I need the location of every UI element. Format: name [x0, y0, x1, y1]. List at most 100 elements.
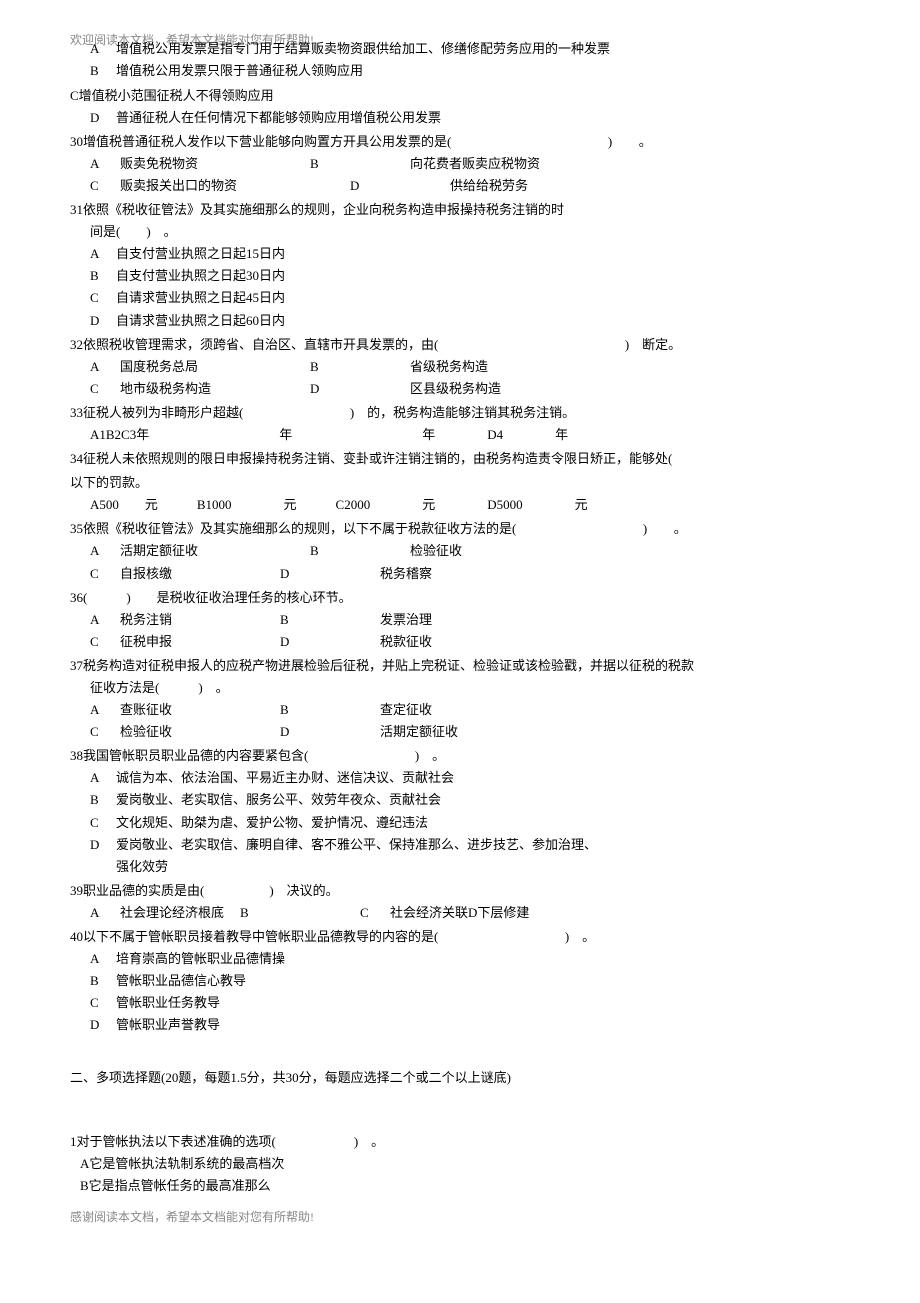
- opt-label: B: [90, 789, 116, 811]
- opt-label: B: [280, 609, 310, 631]
- opt-text: 管帐职业任务教导: [116, 995, 220, 1010]
- q38-opt-b: B爱岗敬业、老实取信、服务公平、效劳年夜众、贡献社会: [90, 789, 850, 811]
- q38-stem: 38我国管帐职员职业品德的内容要紧包含( ) 。: [70, 745, 850, 767]
- opt-label: C: [90, 563, 120, 585]
- opt-text: 贩卖报关出口的物资: [120, 175, 237, 197]
- opt-text: 区县级税务构造: [410, 378, 501, 400]
- opt-label: D: [310, 378, 340, 400]
- m1-opt-a: A它是管帐执法轨制系统的最高档次: [80, 1153, 850, 1175]
- opt-label: A: [90, 948, 116, 970]
- stem-paren: ): [643, 521, 647, 536]
- q30-row1: A贩卖免税物资 B向花费者贩卖应税物资: [90, 153, 850, 175]
- opt-text: 税务稽察: [380, 563, 432, 585]
- q31-opt-b: B自支付营业执照之日起30日内: [90, 265, 850, 287]
- q37-row2: C检验征收 D活期定额征收: [90, 721, 850, 743]
- q35-stem: 35依照《税收征管法》及其实施细那么的规则，以下不属于税款征收方法的是( ) 。: [70, 518, 850, 540]
- opt-text: 税务注销: [120, 609, 172, 631]
- opt-text: 社会理论经济根底: [120, 902, 224, 924]
- q38-opt-d1: D爱岗敬业、老实取信、廉明自律、客不雅公平、保持准那么、进步技艺、参加治理、: [90, 834, 850, 856]
- opt-text: 活期定额征收: [380, 721, 458, 743]
- opt-label: C: [90, 175, 120, 197]
- opt-text: 诚信为本、依法治国、平易近主办财、迷信决议、贡献社会: [116, 770, 454, 785]
- opt-text: 检验征收: [120, 721, 172, 743]
- q40-opt-b: B管帐职业品德信心教导: [90, 970, 850, 992]
- opt-label: A: [90, 38, 116, 60]
- stem-text: 38我国管帐职员职业品德的内容要紧包含(: [70, 748, 308, 763]
- opt-text: 增值税公用发票只限于普通征税人领购应用: [116, 63, 363, 78]
- opt-text: 国度税务总局: [120, 356, 198, 378]
- q33-row: A1B2C3年 年 年 D4 年: [90, 424, 850, 446]
- opt-text: 增值税公用发票是指专门用于结算贩卖物资跟供给加工、修缮修配劳务应用的一种发票: [116, 41, 610, 56]
- opt-label: B: [280, 699, 310, 721]
- q38-opt-a: A诚信为本、依法治国、平易近主办财、迷信决议、贡献社会: [90, 767, 850, 789]
- m1-stem: 1对于管帐执法以下表述准确的选项( ) 。: [70, 1131, 850, 1153]
- opt-label: D: [90, 834, 116, 856]
- q33-stem: 33征税人被列为非畸形户超越( ) 的，税务构造能够注销其税务注销。: [70, 402, 850, 424]
- opt-label: A: [90, 356, 120, 378]
- opt-label: D: [90, 107, 116, 129]
- q32-row1: A国度税务总局 B省级税务构造: [90, 356, 850, 378]
- q29-opt-c: C增值税小范围征税人不得领购应用: [70, 85, 850, 107]
- q31-stem-l1: 31依照《税收征管法》及其实施细那么的规则，企业向税务构造申报操持税务注销的时: [70, 199, 850, 221]
- q35-row1: A活期定额征收 B检验征收: [90, 540, 850, 562]
- stem-text: 35依照《税收征管法》及其实施细那么的规则，以下不属于税款征收方法的是(: [70, 521, 516, 536]
- opt-text: 活期定额征收: [120, 540, 198, 562]
- q37-stem-l1: 37税务构造对征税申报人的应税产物进展检验后征税，并贴上完税证、检验证或该检验戳…: [70, 655, 850, 677]
- opt-label: C: [360, 902, 390, 924]
- opt-label: C: [90, 631, 120, 653]
- opt-label: A: [90, 153, 120, 175]
- opt-label: C: [90, 992, 116, 1014]
- q29-opt-d: D普通征税人在任何情况下都能够领购应用增值税公用发票: [90, 107, 850, 129]
- q40-opt-a: A培育崇高的管帐职业品德情操: [90, 948, 850, 970]
- q31-opt-a: A自支付营业执照之日起15日内: [90, 243, 850, 265]
- stem-text: 30增值税普通征税人发作以下营业能够向购置方开具公用发票的是(: [70, 134, 451, 149]
- q37-stem-l2: 征收方法是( ) 。: [90, 677, 850, 699]
- opt-text: 查账征收: [120, 699, 172, 721]
- opt-label: B: [310, 540, 340, 562]
- opt-label: D: [280, 631, 310, 653]
- q38-opt-c: C文化规矩、助桀为虐、爱护公物、爱护情况、遵纪违法: [90, 812, 850, 834]
- opt-text: 普通征税人在任何情况下都能够领购应用增值税公用发票: [116, 110, 441, 125]
- stem-paren: ) 断定。: [625, 337, 681, 352]
- stem-text: 33征税人被列为非畸形户超越(: [70, 405, 243, 420]
- opt-text: 培育崇高的管帐职业品德情操: [116, 951, 285, 966]
- opt-text: 向花费者贩卖应税物资: [410, 153, 540, 175]
- opt-label: A: [90, 243, 116, 265]
- doc-footer: 感谢阅读本文档，希望本文档能对您有所帮助!: [70, 1207, 850, 1227]
- q36-stem: 36( ) 是税收征收治理任务的核心环节。: [70, 587, 850, 609]
- opt-label: C: [90, 721, 120, 743]
- q29-opt-a: A增值税公用发票是指专门用于结算贩卖物资跟供给加工、修缮修配劳务应用的一种发票: [90, 38, 850, 60]
- q31-opt-c: C自请求营业执照之日起45日内: [90, 287, 850, 309]
- section-2-title: 二、多项选择题(20题，每题1.5分，共30分，每题应选择二个或二个以上谜底): [70, 1067, 850, 1089]
- opt-text: 自报核缴: [120, 563, 172, 585]
- opt-text: 税款征收: [380, 631, 432, 653]
- opt-text: 省级税务构造: [410, 356, 488, 378]
- opt-label: B: [90, 265, 116, 287]
- q36-row2: C征税申报 D 税款征收: [90, 631, 850, 653]
- opt-label: A: [90, 609, 120, 631]
- q29-opt-b: B增值税公用发票只限于普通征税人领购应用: [90, 60, 850, 82]
- q32-stem: 32依照税收管理需求，须跨省、自治区、直辖市开具发票的，由( ) 断定。: [70, 334, 850, 356]
- q37-row1: A查账征收 B 查定征收: [90, 699, 850, 721]
- opt-label: A: [90, 902, 120, 924]
- opt-label: B: [310, 153, 340, 175]
- opt-label: A: [90, 767, 116, 789]
- opt-text: 查定征收: [380, 699, 432, 721]
- q39-stem: 39职业品德的实质是由( ) 决议的。: [70, 880, 850, 902]
- stem-dot: 。: [639, 134, 652, 149]
- opt-label: D: [90, 1014, 116, 1036]
- opt-text: 征税申报: [120, 631, 172, 653]
- stem-dot: 。: [674, 521, 687, 536]
- q30-row2: C贩卖报关出口的物资 D供给给税劳务: [90, 175, 850, 197]
- opt-text: 管帐职业声誉教导: [116, 1017, 220, 1032]
- opt-label: C: [90, 378, 120, 400]
- opt-text: 自支付营业执照之日起15日内: [116, 246, 285, 261]
- opt-text: 自支付营业执照之日起30日内: [116, 268, 285, 283]
- opt-label: D: [350, 175, 380, 197]
- opt-label: A: [90, 699, 120, 721]
- opt-text: 地市级税务构造: [120, 378, 211, 400]
- stem-paren: ) 。: [565, 929, 595, 944]
- q30-stem: 30增值税普通征税人发作以下营业能够向购置方开具公用发票的是( ) 。: [70, 131, 850, 153]
- q35-row2: C自报核缴 D税务稽察: [90, 563, 850, 585]
- opt-text: 自请求营业执照之日起60日内: [116, 313, 285, 328]
